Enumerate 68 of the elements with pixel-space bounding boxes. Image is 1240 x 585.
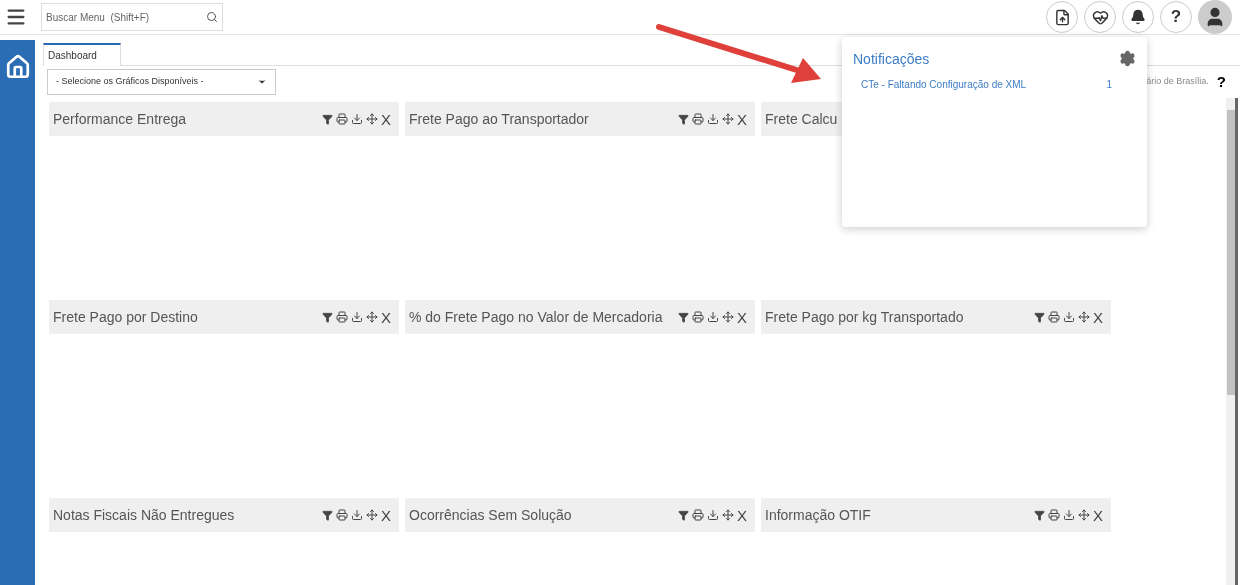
move-icon[interactable] xyxy=(366,113,378,125)
move-icon[interactable] xyxy=(1078,311,1090,323)
panel-title: Informação OTIF xyxy=(765,505,872,525)
print-icon[interactable] xyxy=(1048,509,1060,521)
search-icon xyxy=(206,11,218,23)
help-mark[interactable]: ? xyxy=(1216,70,1226,94)
close-button[interactable]: X xyxy=(737,309,747,325)
filter-icon[interactable] xyxy=(678,509,689,521)
download-icon[interactable] xyxy=(351,113,363,125)
popup-title: Notificações xyxy=(853,50,930,69)
notification-item[interactable]: CTe - Faltando Configuração de XML 1 xyxy=(853,77,1136,92)
print-icon[interactable] xyxy=(336,509,348,521)
close-button[interactable]: X xyxy=(1093,309,1103,325)
file-upload-icon xyxy=(1053,8,1071,26)
close-button[interactable]: X xyxy=(737,111,747,127)
notification-count: 1 xyxy=(1106,78,1112,92)
filter-icon[interactable] xyxy=(1034,311,1045,323)
heart-pulse-icon xyxy=(1091,8,1109,26)
download-icon[interactable] xyxy=(1063,509,1075,521)
filter-icon[interactable] xyxy=(678,113,689,125)
print-icon[interactable] xyxy=(692,113,704,125)
close-button[interactable]: X xyxy=(381,309,391,325)
move-icon[interactable] xyxy=(722,311,734,323)
print-icon[interactable] xyxy=(692,509,704,521)
tab[interactable]: Dashboard xyxy=(43,43,121,66)
download-icon[interactable] xyxy=(707,311,719,323)
menu-icon[interactable] xyxy=(5,6,27,28)
move-icon[interactable] xyxy=(366,509,378,521)
timezone-note: ário de Brasília. xyxy=(1146,75,1209,89)
filter-icon[interactable] xyxy=(322,311,333,323)
print-icon[interactable] xyxy=(1048,311,1060,323)
download-icon[interactable] xyxy=(707,509,719,521)
close-button[interactable]: X xyxy=(737,507,747,523)
panel-title: % do Frete Pago no Valor de Mercadoria xyxy=(409,307,664,327)
move-icon[interactable] xyxy=(722,509,734,521)
profile-button[interactable] xyxy=(1198,0,1232,34)
panel-title: Frete Pago ao Transportador xyxy=(409,109,590,129)
panel-title: Frete Pago por Destino xyxy=(53,307,199,327)
search-field[interactable]: Buscar Menu (Shift+F) xyxy=(41,3,223,31)
move-icon[interactable] xyxy=(1078,509,1090,521)
bell-icon xyxy=(1130,9,1146,25)
print-icon[interactable] xyxy=(336,113,348,125)
search-input[interactable]: Buscar Menu (Shift+F) xyxy=(46,9,206,25)
panel-title: Frete Pago por kg Transportado xyxy=(765,307,965,327)
move-icon[interactable] xyxy=(722,113,734,125)
panel-title: Ocorrências Sem Solução xyxy=(409,505,573,525)
move-icon[interactable] xyxy=(366,311,378,323)
home-icon[interactable] xyxy=(4,54,31,80)
download-icon[interactable] xyxy=(351,509,363,521)
download-icon[interactable] xyxy=(351,311,363,323)
scrollbar[interactable] xyxy=(1226,98,1238,585)
close-button[interactable]: X xyxy=(381,507,391,523)
filter-icon[interactable] xyxy=(322,113,333,125)
panel-title: Frete Calcu xyxy=(765,109,839,129)
print-icon[interactable] xyxy=(336,311,348,323)
download-icon[interactable] xyxy=(1063,311,1075,323)
caret-icon xyxy=(257,77,267,87)
filter-icon[interactable] xyxy=(678,311,689,323)
print-icon[interactable] xyxy=(692,311,704,323)
panel-title: Performance Entrega xyxy=(53,109,188,129)
close-button[interactable]: X xyxy=(381,111,391,127)
panel-title: Notas Fiscais Não Entregues xyxy=(53,505,236,525)
chart-select[interactable]: - Selecione os Gráficos Disponíveis - xyxy=(47,69,276,95)
filter-icon[interactable] xyxy=(322,509,333,521)
download-icon[interactable] xyxy=(707,113,719,125)
settings-icon[interactable] xyxy=(1119,49,1136,67)
close-button[interactable]: X xyxy=(1093,507,1103,523)
filter-icon[interactable] xyxy=(1034,509,1045,521)
